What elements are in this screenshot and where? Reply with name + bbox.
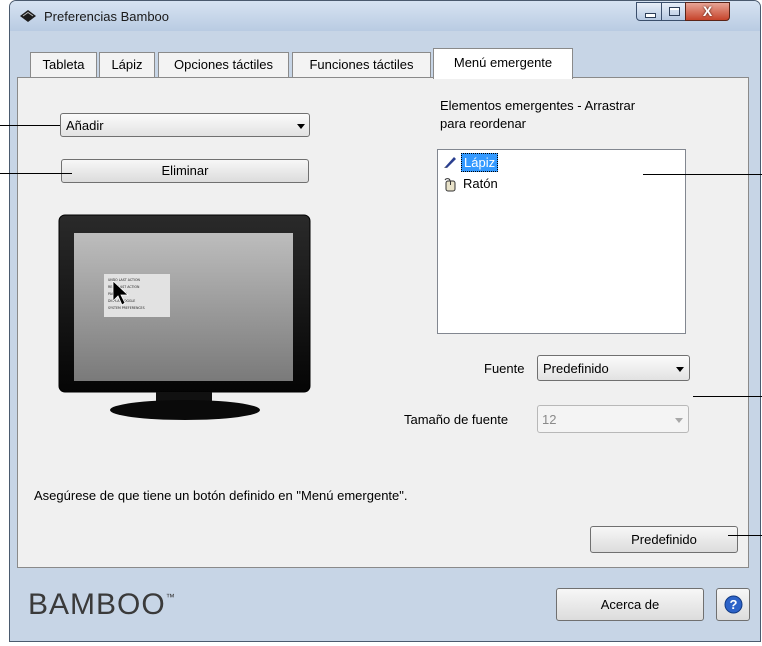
delete-button[interactable]: Eliminar <box>61 159 309 183</box>
minimize-icon <box>645 13 656 18</box>
chevron-down-icon <box>676 367 684 372</box>
action-select-value: Añadir <box>66 118 104 133</box>
svg-text:?: ? <box>730 597 738 612</box>
close-icon: X <box>702 3 713 19</box>
about-button[interactable]: Acerca de <box>556 588 704 621</box>
monitor-preview: UNDO LAST ACTION REDO LAST ACTION PAN/SC… <box>58 214 311 420</box>
tab-menu-emergente[interactable]: Menú emergente <box>433 48 573 79</box>
callout-line <box>728 535 762 536</box>
popup-items-list[interactable]: Lápiz Ratón <box>437 149 686 334</box>
list-item[interactable]: Ratón <box>442 175 562 193</box>
chevron-down-icon <box>675 418 683 423</box>
font-label: Fuente <box>484 361 525 376</box>
list-item-label: Lápiz <box>461 153 499 172</box>
help-icon: ? <box>724 595 743 614</box>
popup-items-label-line2: para reordenar <box>440 116 526 131</box>
bamboo-logo: BAMBOO™ <box>28 588 176 622</box>
logo-text: BAMBOO <box>28 588 166 621</box>
mouse-icon <box>444 178 456 192</box>
tab-lapiz[interactable]: Lápiz <box>99 52 155 77</box>
minimize-button[interactable] <box>636 2 662 21</box>
callout-line <box>0 125 60 126</box>
callout-line <box>643 174 762 175</box>
window-title: Preferencias Bamboo <box>44 9 170 24</box>
action-select[interactable]: Añadir <box>60 113 310 137</box>
pen-icon <box>444 157 456 168</box>
popup-items-label-line1: Elementos emergentes - Arrastrar <box>440 98 636 113</box>
callout-line <box>0 173 72 174</box>
preview-menu-line: SYSTEM PREFERENCES <box>108 306 145 310</box>
maximize-icon <box>669 7 680 16</box>
help-button[interactable]: ? <box>716 588 750 621</box>
callout-line <box>693 396 762 397</box>
font-size-value: 12 <box>542 412 557 427</box>
font-size-select[interactable]: 12 <box>537 405 689 433</box>
trademark-mark: ™ <box>165 592 176 602</box>
font-select-value: Predefinido <box>543 361 609 376</box>
font-select[interactable]: Predefinido <box>537 355 690 381</box>
title-bar[interactable]: Preferencias Bamboo X <box>10 1 760 31</box>
list-item[interactable]: Lápiz <box>442 153 562 172</box>
close-button[interactable]: X <box>685 2 730 21</box>
tab-funciones-tactiles[interactable]: Funciones táctiles <box>292 52 431 77</box>
defaults-button[interactable]: Predefinido <box>590 526 738 553</box>
chevron-down-icon <box>297 124 305 129</box>
notice-text: Asegúrese de que tiene un botón definido… <box>34 488 408 503</box>
font-size-label: Tamaño de fuente <box>404 412 509 427</box>
list-item-label: Ratón <box>463 176 498 191</box>
tab-opciones-tactiles[interactable]: Opciones táctiles <box>158 52 289 77</box>
tab-tableta[interactable]: Tableta <box>30 52 97 77</box>
maximize-button[interactable] <box>661 2 686 21</box>
bamboo-app-icon <box>20 10 36 22</box>
